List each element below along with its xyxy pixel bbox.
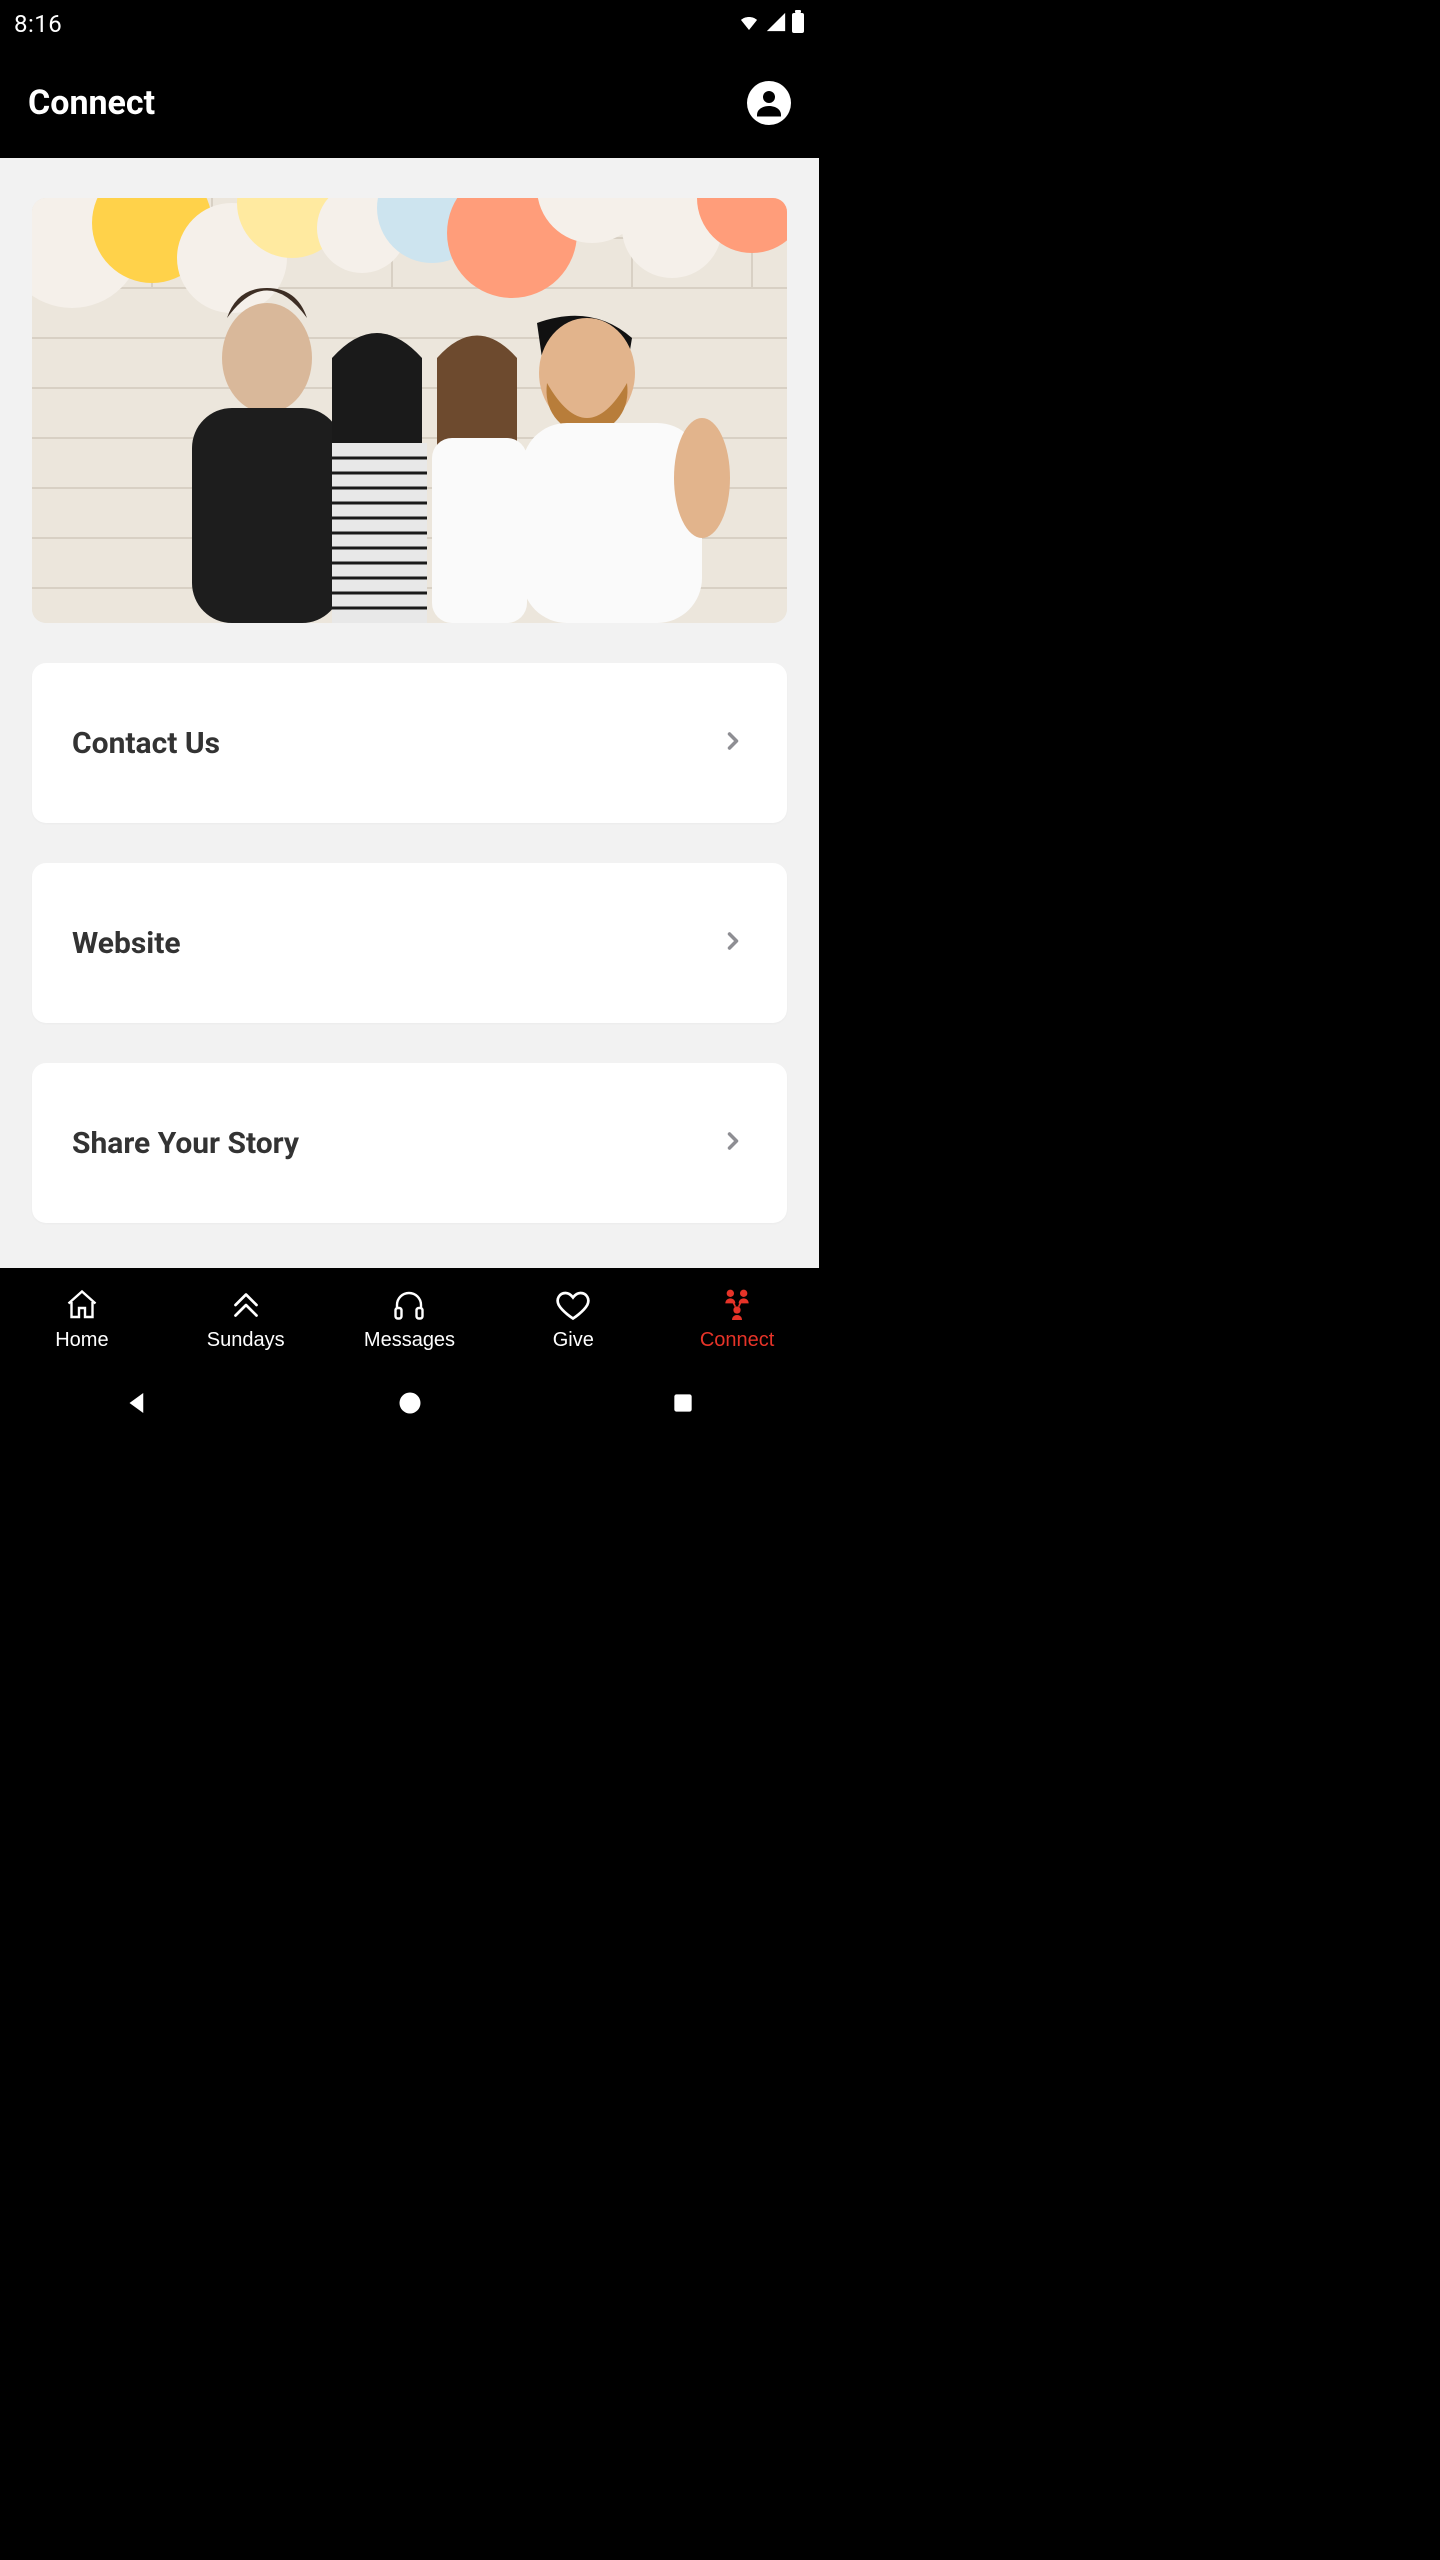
menu-item-label: Share Your Story <box>72 1126 299 1161</box>
status-bar: 8:16 <box>0 0 819 48</box>
cell-signal-icon <box>765 11 787 37</box>
menu-item-label: Website <box>72 926 181 961</box>
tab-label: Sundays <box>207 1329 285 1352</box>
battery-icon <box>791 10 805 38</box>
profile-button[interactable] <box>747 81 791 125</box>
chevron-right-icon <box>719 927 747 959</box>
menu-item-share-your-story[interactable]: Share Your Story <box>32 1063 787 1223</box>
system-back-button[interactable] <box>122 1388 152 1421</box>
status-time: 8:16 <box>14 10 62 38</box>
hero-illustration <box>32 198 787 623</box>
heart-icon <box>555 1285 591 1325</box>
page-title: Connect <box>28 83 155 123</box>
tab-label: Home <box>55 1329 108 1352</box>
tab-label: Give <box>553 1329 594 1352</box>
home-icon <box>64 1285 100 1325</box>
headphones-icon <box>391 1285 427 1325</box>
content-area: Contact Us Website Share Your Story <box>0 158 819 1268</box>
tab-home[interactable]: Home <box>0 1269 164 1368</box>
connect-people-icon <box>717 1285 757 1325</box>
tab-sundays[interactable]: Sundays <box>164 1269 328 1368</box>
tab-connect[interactable]: Connect <box>655 1269 819 1368</box>
device-frame: 8:16 Connect <box>0 0 819 1440</box>
tab-give[interactable]: Give <box>491 1269 655 1368</box>
menu-item-website[interactable]: Website <box>32 863 787 1023</box>
tab-messages[interactable]: Messages <box>328 1269 492 1368</box>
menu-item-label: Contact Us <box>72 726 220 761</box>
system-nav-bar <box>0 1368 819 1440</box>
tab-label: Connect <box>700 1329 775 1352</box>
profile-icon <box>747 81 791 125</box>
hero-image-card[interactable] <box>32 198 787 623</box>
app-bar: Connect <box>0 48 819 158</box>
menu-list: Contact Us Website Share Your Story <box>32 663 787 1223</box>
chevron-up-double-icon <box>228 1285 264 1325</box>
menu-item-contact-us[interactable]: Contact Us <box>32 663 787 823</box>
tab-label: Messages <box>364 1329 455 1352</box>
bottom-tab-bar: Home Sundays Messages Give Connect <box>0 1268 819 1368</box>
chevron-right-icon <box>719 1127 747 1159</box>
chevron-right-icon <box>719 727 747 759</box>
system-recents-button[interactable] <box>670 1390 696 1419</box>
system-home-button[interactable] <box>396 1389 424 1420</box>
status-icons <box>737 10 805 38</box>
wifi-icon <box>737 10 761 38</box>
